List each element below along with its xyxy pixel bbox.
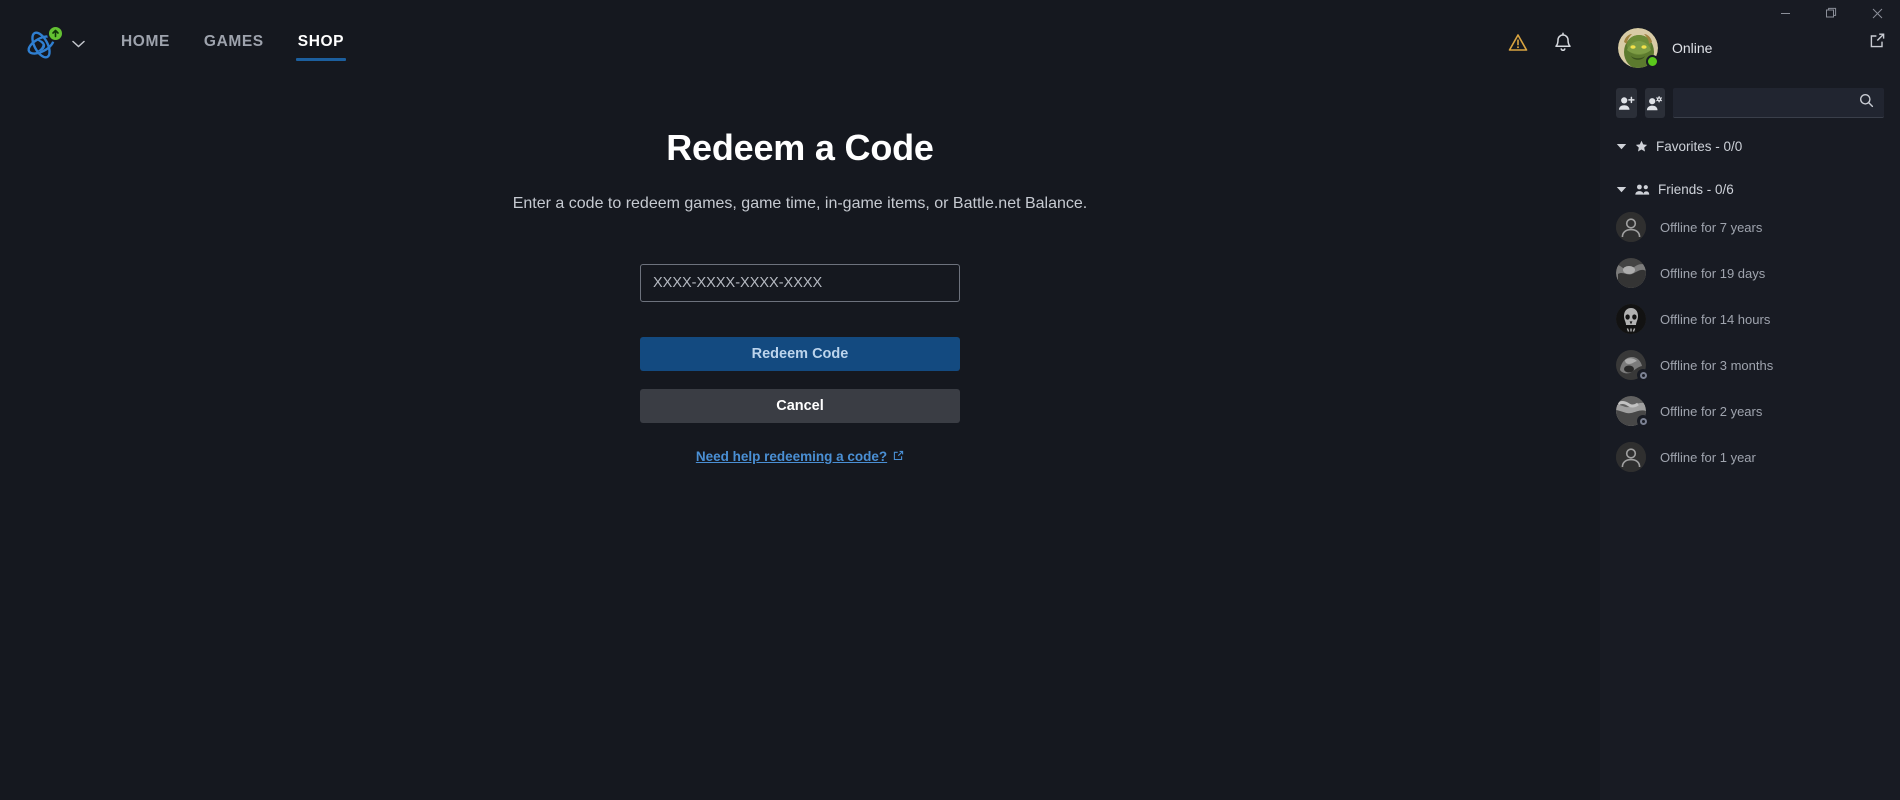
friend-avatar <box>1616 212 1646 242</box>
group-friends[interactable]: Friends - 0/6 <box>1600 174 1900 204</box>
nav-item-home[interactable]: HOME <box>119 27 172 61</box>
user-status-label: Online <box>1672 40 1713 56</box>
friend-status: Offline for 14 hours <box>1660 311 1771 327</box>
user-avatar[interactable] <box>1618 28 1659 68</box>
external-link-icon <box>893 449 904 464</box>
friend-list-item[interactable]: Offline for 14 hours <box>1600 296 1900 342</box>
redeem-code-button[interactable]: Redeem Code <box>640 337 960 371</box>
add-friend-button[interactable] <box>1616 88 1637 118</box>
game-artwork-avatar-icon <box>1616 258 1646 288</box>
battlenet-logo-button[interactable] <box>24 25 85 61</box>
chevron-down-icon <box>1616 186 1627 193</box>
top-right-icon-group <box>1508 32 1572 52</box>
friend-avatar <box>1616 442 1646 472</box>
skull-avatar-icon <box>1616 304 1646 334</box>
minimize-button[interactable] <box>1762 0 1808 26</box>
friend-list-item[interactable]: Offline for 1 year <box>1600 434 1900 480</box>
friend-status: Offline for 2 years <box>1660 403 1763 419</box>
close-button[interactable] <box>1854 0 1900 26</box>
maximize-button[interactable] <box>1808 0 1854 26</box>
help-link-label: Need help redeeming a code? <box>695 449 888 464</box>
people-icon <box>1635 184 1650 195</box>
warning-icon[interactable] <box>1508 33 1528 52</box>
friend-status: Offline for 3 months <box>1660 357 1774 373</box>
default-avatar-icon <box>1616 212 1646 242</box>
friend-status: Offline for 7 years <box>1660 219 1763 235</box>
cancel-button[interactable]: Cancel <box>640 389 960 423</box>
offline-status-ring <box>1637 415 1649 427</box>
window-controls <box>1762 0 1900 26</box>
friend-actions-row <box>1600 74 1900 118</box>
chevron-down-icon <box>1616 143 1627 150</box>
friend-status: Offline for 1 year <box>1660 449 1756 465</box>
nav-item-games[interactable]: GAMES <box>202 27 266 61</box>
group-favorites[interactable]: Favorites - 0/0 <box>1600 131 1900 161</box>
friend-avatar <box>1616 396 1649 427</box>
offline-status-ring <box>1637 369 1649 381</box>
page-subtitle: Enter a code to redeem games, game time,… <box>512 195 1088 212</box>
user-profile-row: Online <box>1600 22 1900 74</box>
friend-avatar <box>1616 304 1646 334</box>
search-icon <box>1859 93 1874 113</box>
help-redeeming-link[interactable]: Need help redeeming a code? <box>640 449 960 464</box>
online-status-dot <box>1646 55 1659 68</box>
default-avatar-icon <box>1616 442 1646 472</box>
friend-list-item[interactable]: Offline for 7 years <box>1600 204 1900 250</box>
group-label-favorites: Favorites - 0/0 <box>1656 138 1743 154</box>
page-title: Redeem a Code <box>666 127 934 168</box>
manage-friends-button[interactable] <box>1644 88 1665 118</box>
friend-list-item[interactable]: Offline for 19 days <box>1600 250 1900 296</box>
friend-list-item[interactable]: Offline for 3 months <box>1600 342 1900 388</box>
friend-search-input[interactable] <box>1683 95 1859 110</box>
nav-links: HOME GAMES SHOP <box>119 27 347 61</box>
group-label-friends: Friends - 0/6 <box>1658 181 1734 197</box>
social-sidebar: Online Favorites - 0/0 Friends - 0/6 Off… <box>1600 0 1900 800</box>
friend-avatar <box>1616 258 1646 288</box>
code-input[interactable] <box>640 264 960 302</box>
nav-item-shop[interactable]: SHOP <box>295 27 347 61</box>
battlenet-logo-icon <box>24 25 64 61</box>
battlenet-app-window: HOME GAMES SHOP Redeem a Code Enter a co… <box>0 0 1900 800</box>
bell-icon[interactable] <box>1554 32 1572 52</box>
friend-list-item[interactable]: Offline for 2 years <box>1600 388 1900 434</box>
update-badge-icon <box>47 25 64 42</box>
main-content: Redeem a Code Enter a code to redeem gam… <box>0 88 1600 800</box>
star-icon <box>1635 140 1648 153</box>
friend-status: Offline for 19 days <box>1660 265 1766 281</box>
friend-avatar <box>1616 350 1649 381</box>
popout-social-icon[interactable] <box>1869 32 1886 49</box>
redeem-form: Redeem Code Cancel Need help redeeming a… <box>640 264 960 464</box>
chevron-down-icon <box>72 40 85 48</box>
friend-search-field[interactable] <box>1673 88 1884 118</box>
top-navigation-bar: HOME GAMES SHOP <box>0 0 1600 88</box>
